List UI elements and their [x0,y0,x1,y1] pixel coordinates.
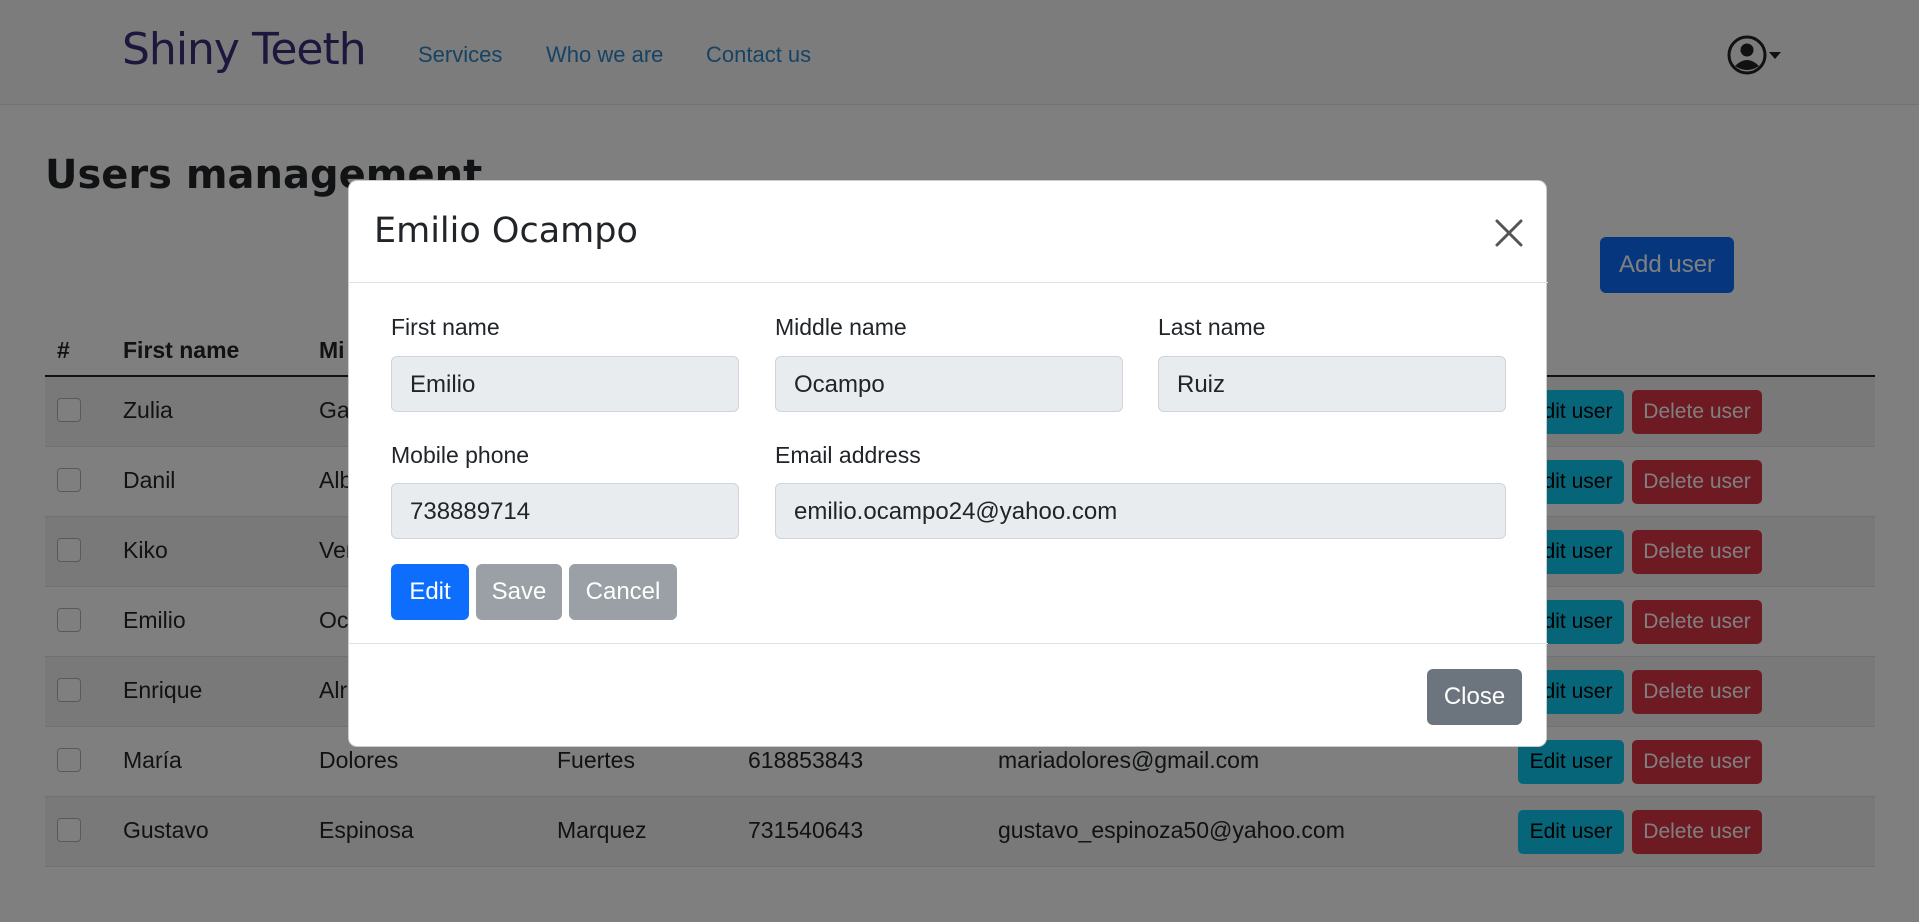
middle-name-label: Middle name [775,314,907,340]
modal-header: Emilio Ocampo [349,181,1548,283]
modal-title: Emilio Ocampo [374,211,638,251]
cancel-button[interactable]: Cancel [569,564,677,620]
first-name-label: First name [391,314,500,340]
user-details-modal: Emilio Ocampo First name Emilio Middle n… [348,180,1548,748]
close-icon [1495,219,1523,247]
last-name-input[interactable]: Ruiz [1158,356,1506,412]
first-name-input[interactable]: Emilio [391,356,739,412]
middle-name-input[interactable]: Ocampo [775,356,1123,412]
modal-close-x-button[interactable] [1489,213,1529,253]
save-button[interactable]: Save [476,564,562,620]
email-address-input[interactable]: emilio.ocampo24@yahoo.com [775,483,1506,539]
modal-footer: Close [349,643,1548,748]
edit-button[interactable]: Edit [391,564,469,620]
close-button[interactable]: Close [1427,669,1522,725]
mobile-phone-input[interactable]: 738889714 [391,483,739,539]
email-address-label: Email address [775,442,921,468]
mobile-phone-label: Mobile phone [391,442,530,468]
last-name-label: Last name [1158,314,1266,340]
